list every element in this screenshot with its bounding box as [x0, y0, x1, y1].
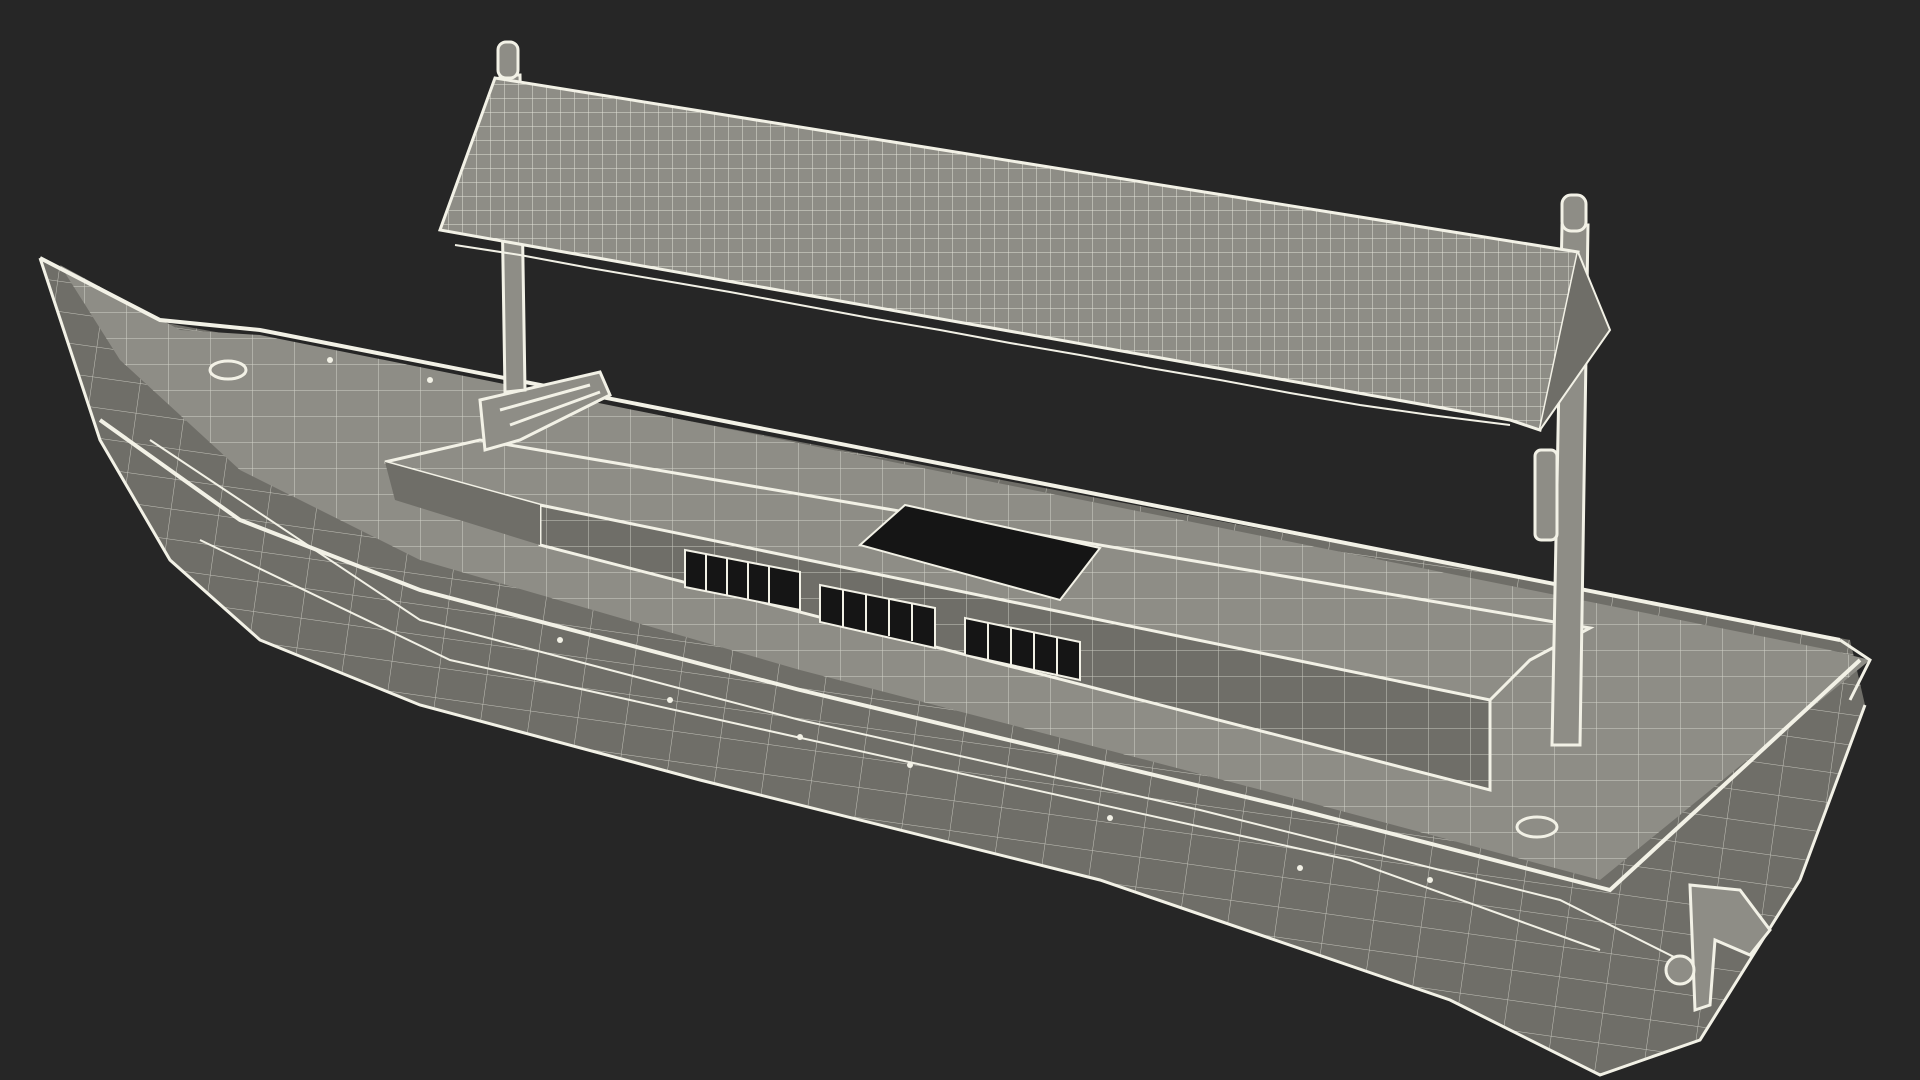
- boat-wireframe-render: [38, 40, 1872, 1077]
- render-viewport: [0, 0, 1920, 1080]
- canopy: [437, 76, 1612, 432]
